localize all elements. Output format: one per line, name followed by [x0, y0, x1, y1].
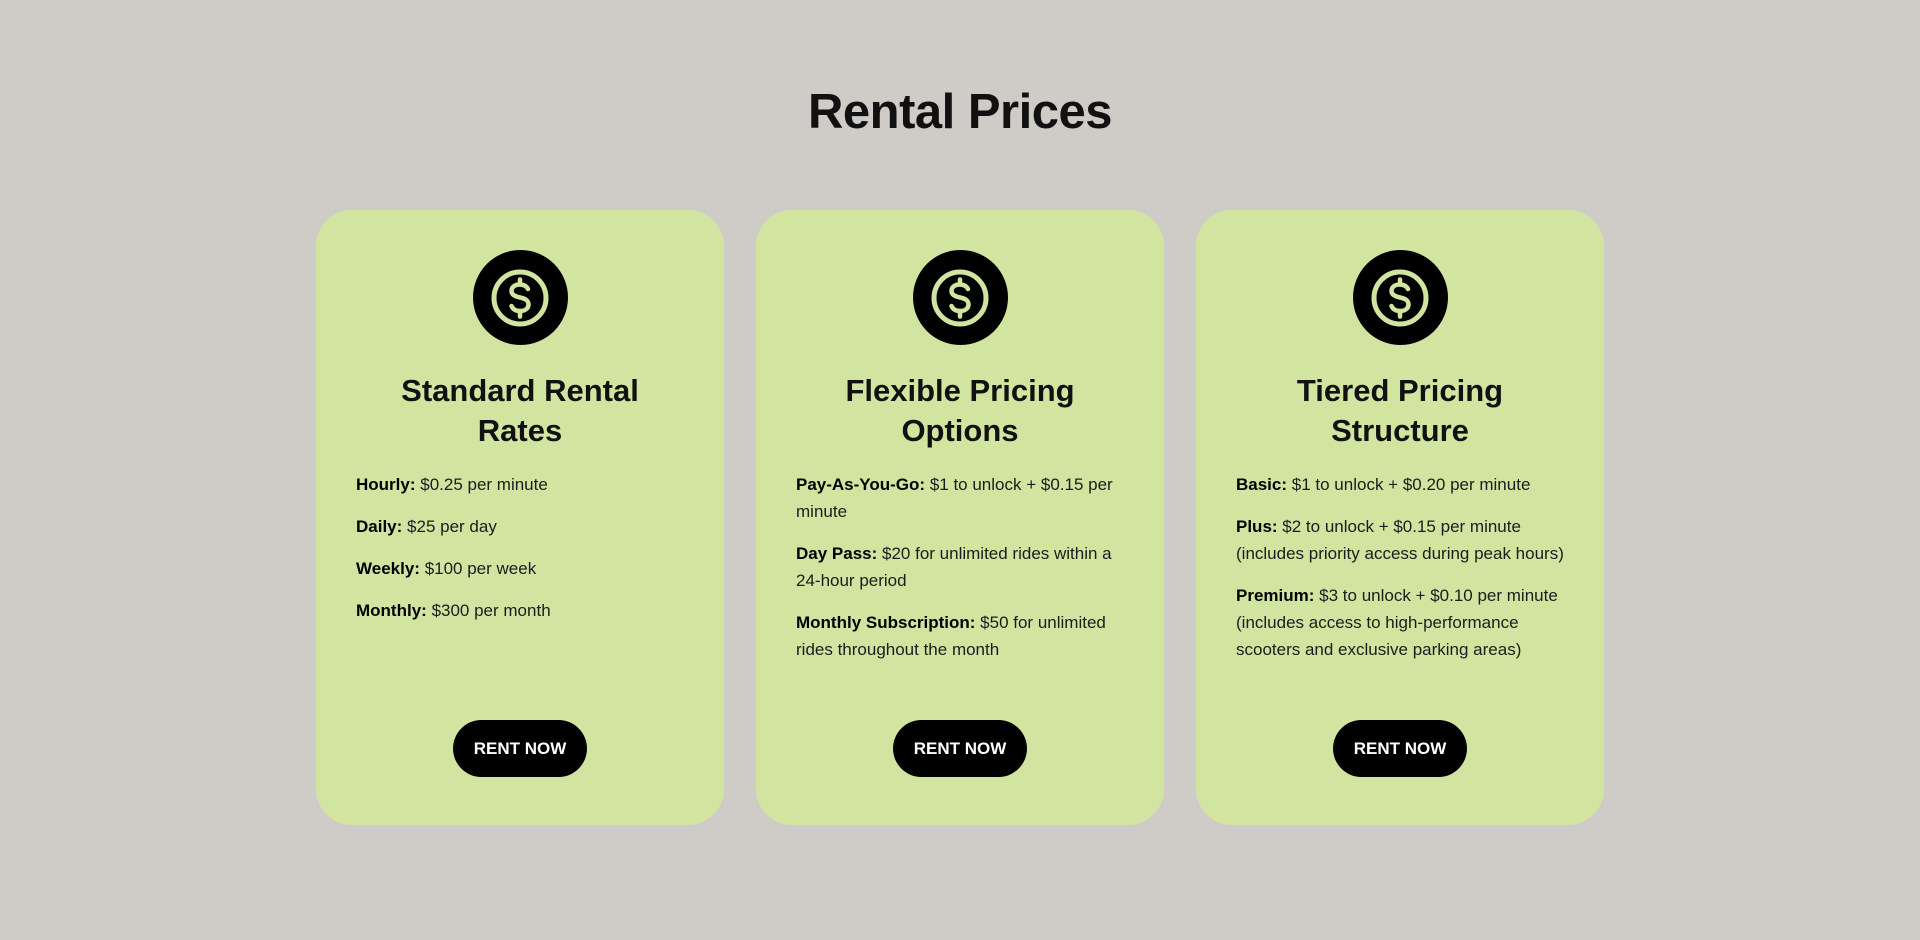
price-value: $1 to unlock + $0.20 per minute [1291, 475, 1531, 494]
price-label: Day Pass: [796, 544, 878, 563]
price-label: Monthly: [356, 601, 427, 620]
price-item-plus: Plus: $2 to unlock + $0.15 per minute (i… [1236, 513, 1564, 567]
price-list: Pay-As-You-Go: $1 to unlock + $0.15 per … [796, 471, 1124, 663]
price-value: $300 per month [431, 601, 551, 620]
rent-now-button[interactable]: RENT NOW [1333, 720, 1467, 777]
price-label: Daily: [356, 517, 403, 536]
card-title: Flexible Pricing Options [845, 373, 1075, 448]
price-item-monthly: Monthly: $300 per month [356, 597, 684, 624]
price-list: Basic: $1 to unlock + $0.20 per minute P… [1236, 471, 1564, 663]
price-item-daily: Daily: $25 per day [356, 513, 684, 540]
pricing-cards: Standard Rental Rates Hourly: $0.25 per … [316, 210, 1604, 825]
price-label: Premium: [1236, 586, 1315, 605]
rent-now-button[interactable]: RENT NOW [893, 720, 1027, 777]
price-item-premium: Premium: $3 to unlock + $0.10 per minute… [1236, 582, 1564, 663]
card-title: Standard Rental Rates [401, 373, 639, 448]
price-value: $2 to unlock + $0.15 per minute (include… [1236, 517, 1564, 563]
dollar-circle-icon [472, 250, 568, 345]
price-item-pay-as-you-go: Pay-As-You-Go: $1 to unlock + $0.15 per … [796, 471, 1124, 525]
price-item-weekly: Weekly: $100 per week [356, 555, 684, 582]
price-list: Hourly: $0.25 per minute Daily: $25 per … [356, 471, 684, 624]
price-label: Plus: [1236, 517, 1278, 536]
pricing-card-flexible: Flexible Pricing Options Pay-As-You-Go: … [756, 210, 1164, 825]
card-title: Tiered Pricing Structure [1296, 373, 1504, 448]
price-item-basic: Basic: $1 to unlock + $0.20 per minute [1236, 471, 1564, 498]
price-label: Basic: [1236, 475, 1288, 494]
price-label: Hourly: [356, 475, 416, 494]
price-item-hourly: Hourly: $0.25 per minute [356, 471, 684, 498]
price-value: $0.25 per minute [420, 475, 548, 494]
page-title: Rental Prices [808, 85, 1113, 139]
rent-now-button[interactable]: RENT NOW [453, 720, 587, 777]
price-item-day-pass: Day Pass: $20 for unlimited rides within… [796, 540, 1124, 594]
price-value: $100 per week [424, 559, 537, 578]
pricing-card-standard: Standard Rental Rates Hourly: $0.25 per … [316, 210, 724, 825]
price-label: Weekly: [356, 559, 420, 578]
price-item-monthly-subscription: Monthly Subscription: $50 for unlimited … [796, 609, 1124, 663]
price-value: $25 per day [407, 517, 497, 536]
pricing-card-tiered: Tiered Pricing Structure Basic: $1 to un… [1196, 210, 1604, 825]
price-label: Pay-As-You-Go: [796, 475, 926, 494]
price-label: Monthly Subscription: [796, 613, 976, 632]
dollar-circle-icon [912, 250, 1008, 345]
dollar-circle-icon [1352, 250, 1448, 345]
